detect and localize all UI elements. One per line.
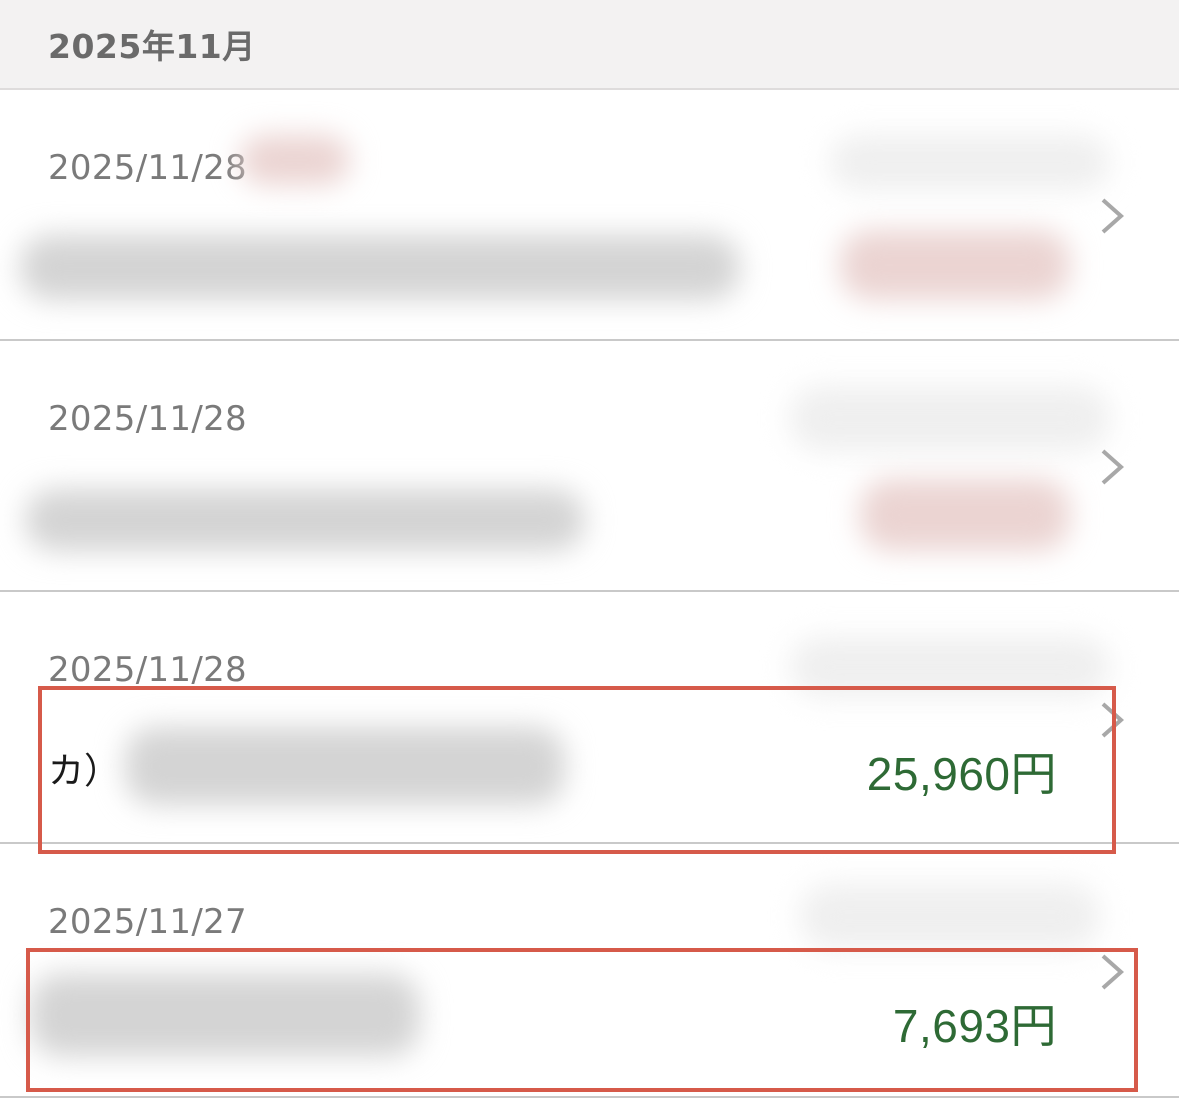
redacted-area [20,235,740,300]
month-section-header: 2025年11月 [0,0,1179,90]
transaction-row[interactable]: 2025/11/28 [0,90,1179,342]
redacted-area [800,884,1100,949]
row-divider [0,1096,1179,1098]
redacted-area [860,479,1070,551]
redacted-area [830,135,1110,190]
chevron-right-icon [1097,447,1127,487]
redacted-area [840,230,1070,300]
transaction-date: 2025/11/28 [48,650,247,690]
transaction-date: 2025/11/28 [48,399,247,439]
amount-highlight-box [26,948,1138,1092]
amount-highlight-box [38,686,1116,854]
redacted-area [25,489,585,551]
chevron-right-icon [1097,196,1127,236]
month-label: 2025年11月 [48,27,256,66]
transaction-date: 2025/11/27 [48,902,247,942]
transaction-row[interactable]: 2025/11/28 [0,341,1179,593]
redacted-area [790,386,1110,451]
transaction-date: 2025/11/28 [48,148,247,188]
redacted-area [240,135,350,185]
transaction-list-screen: 2025年11月 2025/11/28 2025/11/28 2025/11/2… [0,0,1179,1101]
